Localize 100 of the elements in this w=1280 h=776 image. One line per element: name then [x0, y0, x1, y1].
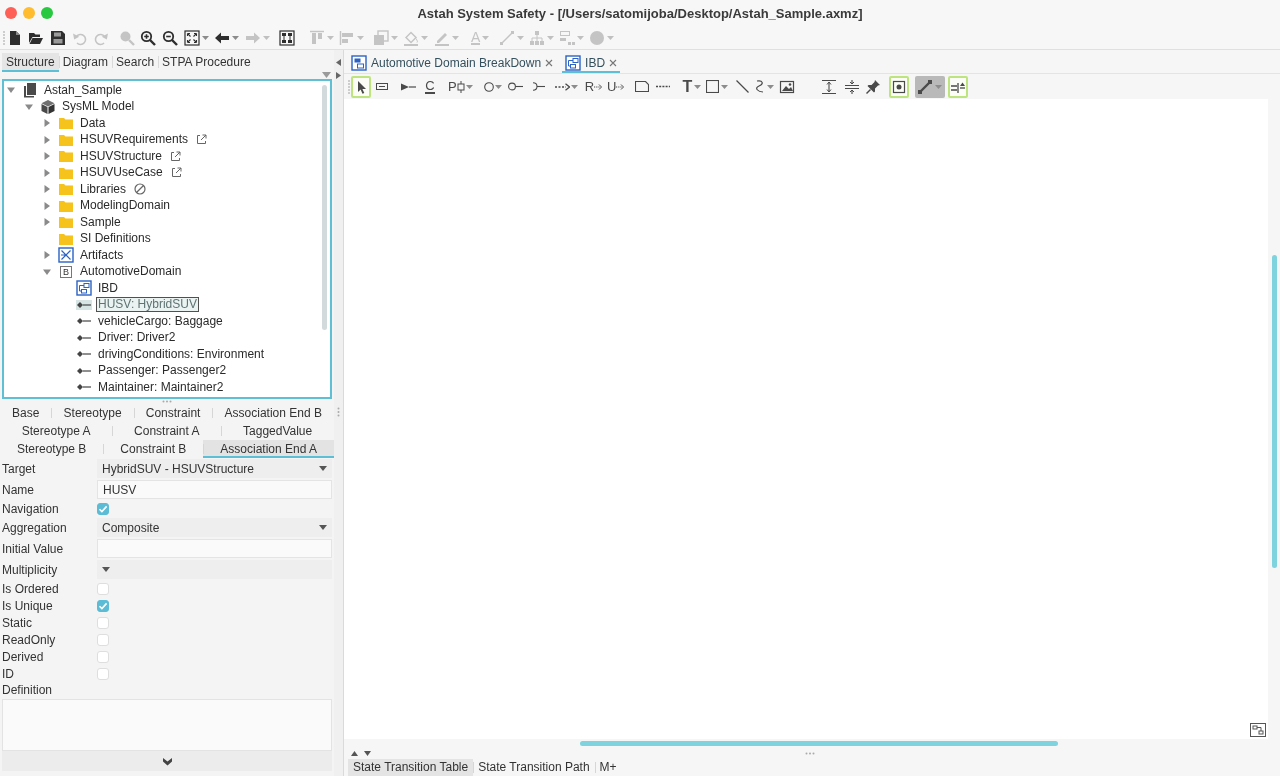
- caret-icon: [319, 466, 327, 471]
- checkbox[interactable]: [97, 599, 109, 612]
- panel-tab[interactable]: STPA Procedure: [158, 53, 255, 72]
- editor-tab[interactable]: Automotive Domain BreakDown: [348, 53, 557, 73]
- zoom-window-button[interactable]: [41, 7, 53, 19]
- realization-tool-button[interactable]: R: [582, 75, 605, 98]
- tree-item[interactable]: SysML Model: [60, 99, 137, 115]
- tree-item[interactable]: Sample: [78, 214, 123, 230]
- tree-item[interactable]: IBD: [96, 280, 120, 296]
- field-label: Is Ordered: [1, 580, 60, 597]
- tree-item[interactable]: Passenger: Passenger2: [96, 363, 229, 379]
- scrollbar-thumb[interactable]: [322, 85, 327, 330]
- text-field[interactable]: HUSV: [97, 480, 332, 499]
- window-title: Astah System Safety - [/Users/satomijoba/Desktop/Astah_Sample.axmz]: [417, 5, 863, 21]
- close-window-button[interactable]: [5, 7, 17, 19]
- tree-item[interactable]: HUSV: HybridSUV: [96, 297, 199, 313]
- checkbox[interactable]: [97, 582, 109, 595]
- close-icon[interactable]: [609, 59, 618, 67]
- tree-item[interactable]: Libraries: [78, 181, 129, 197]
- splitter-grip-icon[interactable]: [162, 400, 172, 403]
- panel-tab[interactable]: Diagram: [58, 53, 113, 72]
- property-tab[interactable]: Constraint A: [112, 422, 222, 440]
- bottom-tab[interactable]: M+: [594, 758, 622, 776]
- usage-tool-button[interactable]: U: [605, 75, 627, 98]
- scrollbar-thumb[interactable]: [580, 741, 1058, 746]
- checkbox[interactable]: [97, 650, 109, 663]
- tree-item[interactable]: Driver: Driver2: [96, 330, 178, 346]
- property-tab[interactable]: Base: [0, 404, 52, 422]
- select-tool-button[interactable]: [351, 75, 371, 98]
- label-position-tool-button[interactable]: [948, 75, 969, 98]
- overview-icon[interactable]: [1250, 723, 1266, 737]
- tree-item[interactable]: drivingConditions: Environment: [96, 346, 267, 362]
- tree-item[interactable]: HSUVStructure: [78, 148, 165, 164]
- splitter-grip-icon[interactable]: [805, 751, 815, 755]
- property-tab[interactable]: Stereotype B: [0, 440, 104, 458]
- folder-icon: [58, 115, 74, 132]
- tree-item[interactable]: Maintainer: Maintainer2: [96, 379, 226, 395]
- tree-item[interactable]: SI Definitions: [78, 231, 153, 247]
- property-tab[interactable]: Constraint: [133, 404, 213, 422]
- tree-item[interactable]: Data: [78, 115, 108, 131]
- cube-icon: [40, 98, 56, 115]
- scrollbar-thumb[interactable]: [1271, 255, 1277, 568]
- down-triangle-icon[interactable]: [364, 750, 371, 756]
- horizontal-center-icon: [844, 78, 861, 95]
- dashed-line-icon: [656, 85, 671, 88]
- external-link-icon: [170, 150, 182, 162]
- dropdown-field[interactable]: Composite: [97, 518, 332, 537]
- port-tool-button[interactable]: P: [446, 75, 477, 98]
- panel-tab[interactable]: Structure: [2, 53, 59, 72]
- property-tab[interactable]: Constraint B: [103, 440, 204, 458]
- right-triangle-icon[interactable]: [336, 72, 341, 79]
- field-label: Aggregation: [1, 519, 68, 537]
- block-icon: B: [60, 265, 72, 278]
- field-label: Definition: [1, 682, 54, 698]
- connector-style-tool-button[interactable]: [915, 75, 946, 98]
- diamond-line-icon: [76, 316, 92, 327]
- caret-icon: [934, 84, 942, 89]
- tree-item[interactable]: AutomotiveDomain: [78, 264, 184, 280]
- panel-tab[interactable]: Search: [112, 53, 159, 72]
- property-tab[interactable]: TaggedValue: [221, 422, 334, 440]
- dotted-arrow-icon: [594, 82, 603, 91]
- field-label: ReadOnly: [1, 631, 57, 648]
- caret-icon: [481, 35, 489, 40]
- property-tab[interactable]: Association End B: [212, 404, 334, 422]
- checkbox[interactable]: [97, 616, 109, 629]
- caret-icon: [546, 35, 554, 40]
- zoom-in-icon: [140, 29, 156, 46]
- constraint-tool-button[interactable]: C: [420, 75, 440, 98]
- field-label: Static: [1, 614, 33, 631]
- caret-icon: [231, 35, 239, 40]
- tree-item[interactable]: HSUVUseCase: [78, 165, 165, 181]
- dropdown-field[interactable]: [97, 560, 332, 579]
- lollipop-icon: [508, 82, 524, 91]
- tree-item[interactable]: ModelingDomain: [78, 198, 173, 214]
- property-tab[interactable]: Stereotype: [51, 404, 134, 422]
- up-triangle-icon[interactable]: [351, 750, 358, 756]
- caret-icon: [576, 35, 584, 40]
- dropdown-field[interactable]: HybridSUV - HSUVStructure: [97, 459, 332, 478]
- chevron-down-icon[interactable]: [162, 756, 172, 766]
- left-triangle-icon[interactable]: [336, 59, 341, 66]
- caret-icon: [319, 525, 327, 530]
- snap-tool-button[interactable]: [889, 75, 910, 98]
- tree-item[interactable]: Astah_Sample: [42, 82, 125, 98]
- tree-item[interactable]: vehicleCargo: Baggage: [96, 313, 225, 329]
- caret-icon: [571, 84, 579, 89]
- bottom-tab[interactable]: State Transition Path: [473, 758, 595, 776]
- checkbox[interactable]: [97, 502, 109, 515]
- editor-tab[interactable]: IBD: [562, 53, 621, 73]
- tree-item[interactable]: HSUVRequirements: [78, 132, 191, 148]
- property-tab[interactable]: Stereotype A: [0, 422, 113, 440]
- property-tab[interactable]: Association End A: [203, 440, 334, 458]
- field-label: Is Unique: [1, 597, 54, 614]
- tree-item[interactable]: Artifacts: [78, 247, 126, 263]
- vertical-grip-icon[interactable]: [337, 407, 340, 417]
- checkbox[interactable]: [97, 667, 109, 680]
- diamond-line-icon: [76, 365, 92, 376]
- bottom-tab[interactable]: State Transition Table: [348, 758, 474, 776]
- close-icon[interactable]: [545, 59, 554, 67]
- text-tool-button[interactable]: T: [680, 75, 705, 98]
- checkbox[interactable]: [97, 633, 109, 646]
